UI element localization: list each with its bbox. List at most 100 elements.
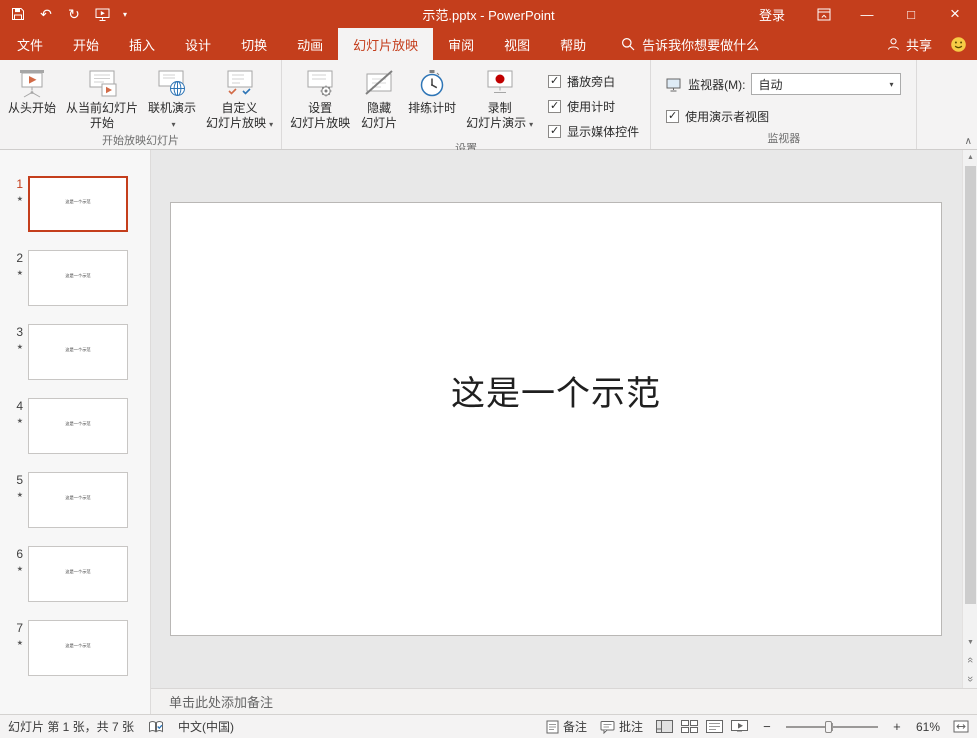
hide-slide-button[interactable]: 隐藏 幻灯片: [355, 62, 403, 131]
previous-slide-button[interactable]: «: [963, 651, 977, 669]
person-icon: [887, 37, 900, 51]
comment-icon: [600, 720, 615, 734]
feedback-button[interactable]: [946, 36, 977, 53]
tab-help[interactable]: 帮助: [545, 28, 601, 60]
animation-star-icon: ★: [17, 491, 23, 499]
monitor-label: 监视器(M):: [688, 76, 745, 93]
tab-transitions[interactable]: 切换: [226, 28, 282, 60]
use-presenter-view-checkbox[interactable]: ✓ 使用演示者视图: [666, 108, 901, 125]
thumbnail-row-2[interactable]: 2★ 这是一个示范: [0, 250, 150, 306]
start-from-beginning-button[interactable]: [88, 0, 116, 28]
present-online-icon: [156, 65, 188, 101]
thumbnail-canvas[interactable]: 这是一个示范: [28, 472, 128, 528]
dropdown-arrow-icon: ▾: [172, 120, 176, 129]
play-narrations-checkbox[interactable]: ✓ 播放旁白: [548, 73, 639, 90]
scroll-up-button[interactable]: ▲: [963, 150, 977, 165]
powerpoint-window: ↶ ↻ ▾ 示范.pptx - PowerPoint 登录 — □ × 文件 开…: [0, 0, 977, 738]
sign-in-button[interactable]: 登录: [741, 5, 803, 24]
thumbnail-canvas[interactable]: 这是一个示范: [28, 250, 128, 306]
slide-thumbnail-panel[interactable]: 1★ 这是一个示范 2★ 这是一个示范 3★ 这是一个示范 4★ 这是一个示范 …: [0, 150, 151, 714]
ribbon-group-start-slideshow: 从头开始 从当前幻灯片 开始 联机演示 ▾: [0, 60, 282, 149]
zoom-slider[interactable]: [786, 720, 878, 734]
save-button[interactable]: [4, 0, 32, 28]
slide-number: 7: [16, 622, 23, 635]
collapse-ribbon-button[interactable]: ∧: [965, 136, 972, 147]
spell-check-icon[interactable]: [148, 720, 164, 734]
slide-number: 6: [16, 548, 23, 561]
next-slide-icon: »: [965, 676, 977, 682]
check-icon: ✓: [668, 111, 677, 122]
rehearse-timings-button[interactable]: 排练计时: [403, 62, 461, 131]
slide-title-text[interactable]: 这是一个示范: [171, 366, 941, 415]
thumbnail-row-7[interactable]: 7 ★ 这是一个示范: [0, 620, 150, 676]
scrollbar-thumb[interactable]: [965, 166, 976, 604]
setup-slideshow-icon: [304, 65, 336, 101]
maximize-button[interactable]: □: [889, 0, 933, 28]
notes-pane[interactable]: 单击此处添加备注: [151, 688, 977, 714]
record-slideshow-button[interactable]: 录制 幻灯片演示▾: [461, 62, 538, 132]
tab-slideshow[interactable]: 幻灯片放映: [338, 28, 433, 60]
slide-number: 5: [16, 474, 23, 487]
tab-file[interactable]: 文件: [2, 28, 58, 60]
setup-slideshow-button[interactable]: 设置 幻灯片放映: [285, 62, 355, 131]
thumbnail-canvas[interactable]: 这是一个示范: [28, 546, 128, 602]
reading-view-button[interactable]: [706, 720, 723, 733]
combo-dropdown-icon[interactable]: ▾: [882, 74, 900, 94]
from-beginning-button[interactable]: 从头开始: [3, 62, 61, 131]
animation-star-icon: ★: [17, 639, 23, 647]
zoom-percentage[interactable]: 61%: [916, 720, 940, 734]
use-timings-checkbox[interactable]: ✓ 使用计时: [548, 98, 639, 115]
slide-editor-area[interactable]: 这是一个示范: [151, 150, 962, 688]
ribbon-display-options-button[interactable]: [803, 0, 845, 28]
monitor-select-value: 自动: [758, 76, 782, 93]
show-media-controls-checkbox[interactable]: ✓ 显示媒体控件: [548, 123, 639, 140]
thumbnail-row-1[interactable]: 1★ 这是一个示范: [0, 176, 150, 232]
next-slide-button[interactable]: »: [963, 670, 977, 688]
animation-star-icon: ★: [17, 417, 23, 425]
zoom-slider-thumb[interactable]: [825, 721, 832, 733]
thumbnail-row-6[interactable]: 6★ 这是一个示范: [0, 546, 150, 602]
redo-button[interactable]: ↻: [60, 0, 88, 28]
fit-to-window-button[interactable]: [953, 720, 969, 733]
ribbon-display-options-icon: [817, 8, 831, 21]
tab-insert[interactable]: 插入: [114, 28, 170, 60]
slideshow-view-button[interactable]: [731, 720, 748, 733]
minimize-button[interactable]: —: [845, 0, 889, 28]
custom-slideshow-icon: [224, 65, 256, 101]
tab-home[interactable]: 开始: [58, 28, 114, 60]
vertical-scrollbar[interactable]: ▲ ▼ « »: [962, 150, 977, 688]
monitor-select[interactable]: 自动 ▾: [751, 73, 901, 95]
thumbnail-canvas[interactable]: 这是一个示范: [28, 324, 128, 380]
zoom-out-button[interactable]: −: [761, 719, 773, 734]
tell-me-search[interactable]: 告诉我你想要做什么: [621, 28, 759, 60]
tab-animations[interactable]: 动画: [282, 28, 338, 60]
language-indicator[interactable]: 中文(中国): [178, 718, 234, 735]
slide-sorter-view-button[interactable]: [681, 720, 698, 733]
notes-toggle-button[interactable]: 备注: [546, 718, 587, 735]
tab-review[interactable]: 审阅: [433, 28, 489, 60]
share-button[interactable]: 共享: [873, 35, 946, 54]
customize-qat-button[interactable]: ▾: [116, 0, 134, 28]
from-current-slide-button[interactable]: 从当前幻灯片 开始: [61, 62, 143, 131]
thumbnail-canvas[interactable]: 这是一个示范: [28, 620, 128, 676]
scroll-down-button[interactable]: ▼: [963, 635, 977, 650]
present-online-button[interactable]: 联机演示 ▾: [143, 62, 201, 132]
thumbnail-canvas[interactable]: 这是一个示范: [28, 398, 128, 454]
group-label-start-slideshow: 开始放映幻灯片: [0, 132, 281, 151]
thumbnail-canvas[interactable]: 这是一个示范: [28, 176, 128, 232]
normal-view-button[interactable]: [656, 720, 673, 733]
qat-dropdown-icon: ▾: [123, 10, 127, 19]
close-button[interactable]: ×: [933, 0, 977, 28]
slide-canvas[interactable]: 这是一个示范: [170, 202, 942, 636]
thumbnail-row-4[interactable]: 4★ 这是一个示范: [0, 398, 150, 454]
tab-view[interactable]: 视图: [489, 28, 545, 60]
thumbnail-row-3[interactable]: 3★ 这是一个示范: [0, 324, 150, 380]
thumbnail-row-5[interactable]: 5 ★ 这是一个示范: [0, 472, 150, 528]
tab-design[interactable]: 设计: [170, 28, 226, 60]
undo-button[interactable]: ↶: [32, 0, 60, 28]
custom-slideshow-button[interactable]: 自定义 幻灯片放映▾: [201, 62, 278, 132]
animation-star-icon: ★: [17, 343, 23, 351]
comments-toggle-button[interactable]: 批注: [600, 718, 643, 735]
zoom-in-button[interactable]: +: [891, 719, 903, 734]
view-switcher: [656, 720, 748, 733]
